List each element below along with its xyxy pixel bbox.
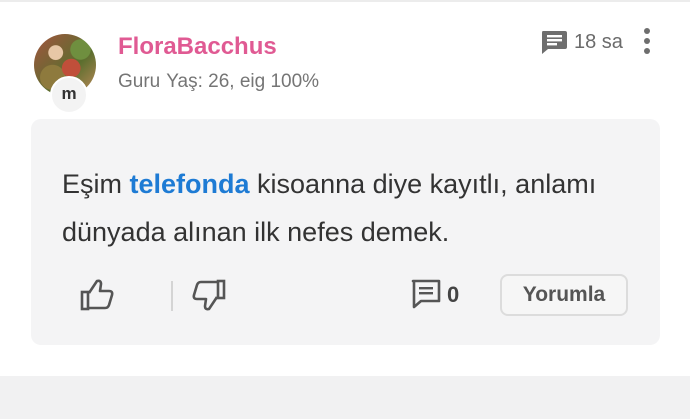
comment-text-start: Eşim bbox=[62, 169, 122, 199]
top-divider bbox=[0, 0, 690, 2]
reply-button[interactable]: Yorumla bbox=[500, 274, 628, 316]
user-level: Guru bbox=[118, 71, 161, 92]
thumbs-up-icon[interactable] bbox=[79, 278, 115, 317]
comment-text: Eşim telefonda kisoanna diye kayıtlı, an… bbox=[62, 160, 622, 256]
avatar-badge: m bbox=[50, 76, 88, 114]
comment-icon[interactable] bbox=[410, 279, 442, 314]
thumbs-down-icon[interactable] bbox=[191, 278, 227, 317]
comment-card: m FloraBacchus Guru Yaş: 26, eig 100% 18 … bbox=[0, 0, 690, 376]
timestamp: 18 sa bbox=[540, 28, 623, 56]
highlight-link[interactable]: telefonda bbox=[130, 169, 250, 199]
more-vertical-icon[interactable] bbox=[642, 28, 652, 56]
action-divider bbox=[171, 281, 173, 311]
user-meta: Guru Yaş: 26, eig 100% bbox=[118, 71, 319, 93]
time-label: 18 sa bbox=[574, 30, 623, 53]
username[interactable]: FloraBacchus bbox=[118, 33, 277, 61]
comment-count: 0 bbox=[447, 282, 460, 307]
message-square-icon bbox=[540, 29, 568, 55]
user-details: Yaş: 26, eig 100% bbox=[166, 71, 320, 92]
